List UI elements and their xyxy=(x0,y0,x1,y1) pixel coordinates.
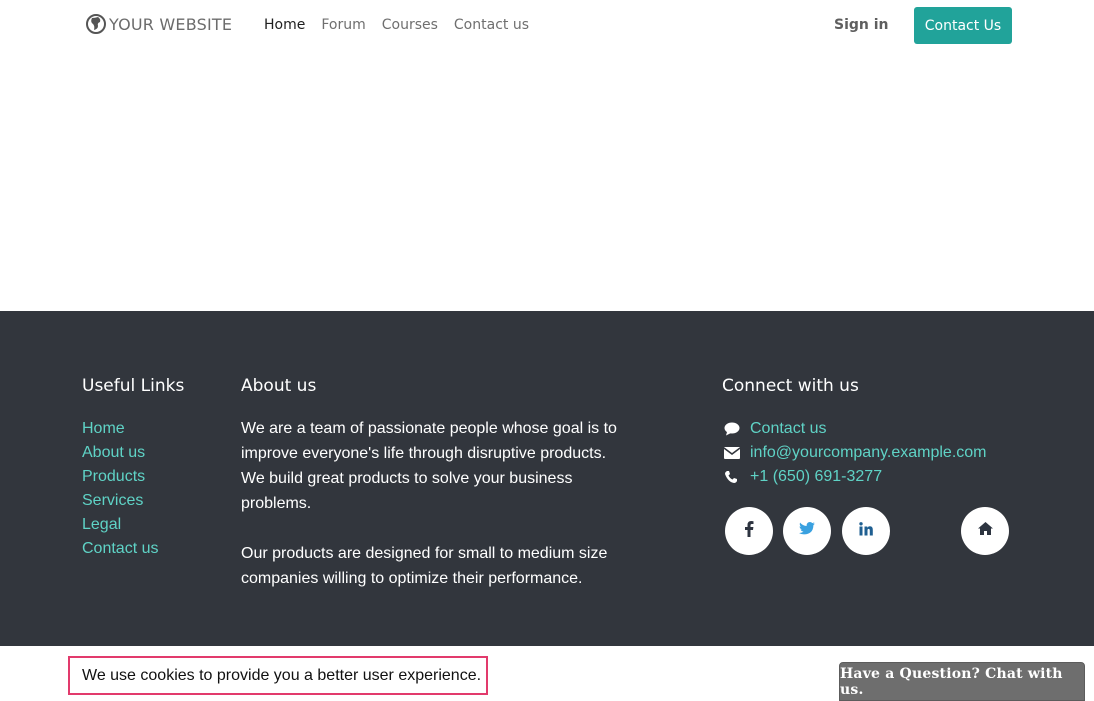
connect-phone-link[interactable]: +1 (650) 691-3277 xyxy=(750,465,882,489)
contact-us-button[interactable]: Contact Us xyxy=(914,7,1012,44)
sign-in-link[interactable]: Sign in xyxy=(834,17,889,33)
chat-button[interactable]: Have a Question? Chat with us. xyxy=(839,662,1085,701)
nav-courses[interactable]: Courses xyxy=(382,17,438,33)
site-header: YOUR WEBSITE Home Forum Courses Contact … xyxy=(0,0,1094,52)
comment-icon xyxy=(724,422,750,436)
useful-links-list: Home About us Products Services Legal Co… xyxy=(82,417,158,561)
about-paragraph-1: We are a team of passionate people whose… xyxy=(241,420,617,512)
connect-contact-item[interactable]: Contact us xyxy=(724,417,987,441)
site-logo[interactable]: YOUR WEBSITE xyxy=(86,14,232,34)
site-footer: Useful Links Home About us Products Serv… xyxy=(0,311,1094,646)
nav-contact-us[interactable]: Contact us xyxy=(454,17,529,33)
logo-text: YOUR WEBSITE xyxy=(109,14,233,34)
connect-contact-link[interactable]: Contact us xyxy=(750,417,826,441)
home-button[interactable] xyxy=(961,507,1009,555)
about-paragraph-2: Our products are designed for small to m… xyxy=(241,545,608,587)
linkedin-icon xyxy=(859,521,873,541)
cookie-message: We use cookies to provide you a better u… xyxy=(68,656,488,695)
twitter-icon xyxy=(799,522,815,540)
twitter-button[interactable] xyxy=(783,507,831,555)
facebook-icon xyxy=(744,520,754,542)
phone-icon xyxy=(724,470,750,484)
nav-forum[interactable]: Forum xyxy=(321,17,365,33)
globe-icon xyxy=(86,14,106,34)
footer-link-contact-us[interactable]: Contact us xyxy=(82,537,158,561)
envelope-icon xyxy=(724,447,750,459)
connect-email-item[interactable]: info@yourcompany.example.com xyxy=(724,441,987,465)
connect-list: Contact us info@yourcompany.example.com … xyxy=(724,417,987,489)
useful-links-title: Useful Links xyxy=(82,376,185,396)
footer-link-products[interactable]: Products xyxy=(82,465,158,489)
footer-link-services[interactable]: Services xyxy=(82,489,158,513)
main-nav: Home Forum Courses Contact us xyxy=(264,17,545,33)
home-icon xyxy=(977,522,993,540)
footer-link-about-us[interactable]: About us xyxy=(82,441,158,465)
linkedin-button[interactable] xyxy=(842,507,890,555)
cookie-bar: We use cookies to provide you a better u… xyxy=(0,646,1094,701)
connect-title: Connect with us xyxy=(722,376,859,396)
nav-home[interactable]: Home xyxy=(264,17,305,33)
footer-link-home[interactable]: Home xyxy=(82,417,158,441)
footer-link-legal[interactable]: Legal xyxy=(82,513,158,537)
facebook-button[interactable] xyxy=(725,507,773,555)
about-us-title: About us xyxy=(241,376,317,396)
connect-email-link[interactable]: info@yourcompany.example.com xyxy=(750,441,987,465)
about-us-text: We are a team of passionate people whose… xyxy=(241,416,621,591)
connect-phone-item[interactable]: +1 (650) 691-3277 xyxy=(724,465,987,489)
